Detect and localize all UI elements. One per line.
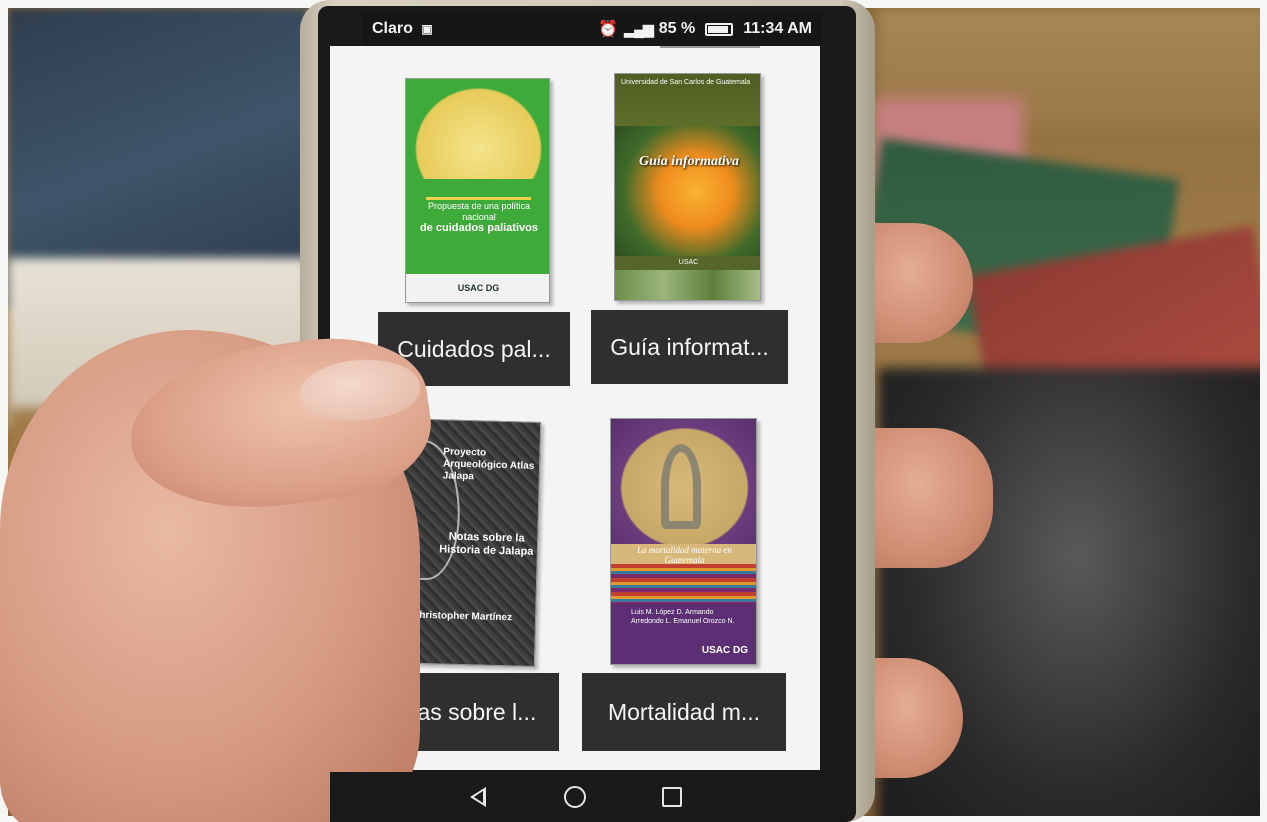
- book-label-guia-informativa[interactable]: Guía informat...: [591, 310, 788, 384]
- campus-photo: [615, 270, 760, 300]
- recent-apps-button[interactable]: [658, 783, 686, 811]
- battery-percent: 85 %: [658, 20, 696, 37]
- finger-middle: [868, 428, 993, 568]
- cover-stripe: [426, 197, 531, 200]
- sim-icon: ▣: [421, 22, 433, 36]
- book-label-mortalidad-materna[interactable]: Mortalidad m...: [582, 673, 786, 751]
- back-button[interactable]: [464, 783, 492, 811]
- signal-icon: ▂▄▆: [624, 20, 653, 37]
- clock: 11:34 AM: [743, 20, 812, 37]
- cover-header: Universidad de San Carlos de Guatemala: [615, 74, 760, 126]
- status-bar: Claro ▣ ⏰ ▂▄▆ 85 % 11:34 AM: [362, 12, 822, 46]
- back-triangle-icon: [470, 787, 487, 807]
- recent-square-icon: [661, 787, 682, 807]
- book-cover-guia-informativa[interactable]: Universidad de San Carlos de Guatemala G…: [614, 73, 761, 301]
- status-right: ⏰ ▂▄▆ 85 % 11:34 AM: [598, 19, 812, 39]
- cover-title: Guía informativa: [639, 154, 739, 169]
- textile-pattern: [611, 564, 756, 604]
- hands-illustration: [406, 79, 549, 179]
- cover-title: La mortalidad materna en Guatemala: [637, 545, 732, 565]
- book-cover-cuidados-paliativos[interactable]: Propuesta de una política nacional de cu…: [405, 78, 550, 303]
- cover-project: Proyecto Arqueológico Atlas Jalapa: [442, 446, 535, 483]
- status-left: Claro ▣: [372, 20, 433, 38]
- carrier-name: Claro: [372, 20, 413, 37]
- battery-icon: [705, 22, 734, 36]
- book-cover-mortalidad-materna[interactable]: La mortalidad materna en Guatemala Luis …: [610, 418, 757, 665]
- cover-brand: USAC DG: [701, 645, 748, 656]
- cover-footer-logos: USAC DG: [406, 274, 549, 302]
- cover-author: USAC: [615, 256, 760, 270]
- home-button[interactable]: [561, 783, 589, 811]
- flower-photo: [615, 126, 760, 256]
- tab-indicator: [660, 46, 760, 48]
- cover-title: Propuesta de una política nacional de cu…: [414, 201, 544, 234]
- cover-title-line1: Propuesta de una política nacional: [427, 201, 531, 222]
- cover-title-line2: de cuidados paliativos: [420, 222, 538, 234]
- cover-title: Notas sobre la Historia de Jalapa: [439, 530, 534, 558]
- alarm-icon: ⏰: [598, 21, 619, 38]
- android-nav-bar: [330, 772, 820, 822]
- home-circle-icon: [563, 786, 586, 808]
- awareness-ribbon-icon: [661, 444, 701, 529]
